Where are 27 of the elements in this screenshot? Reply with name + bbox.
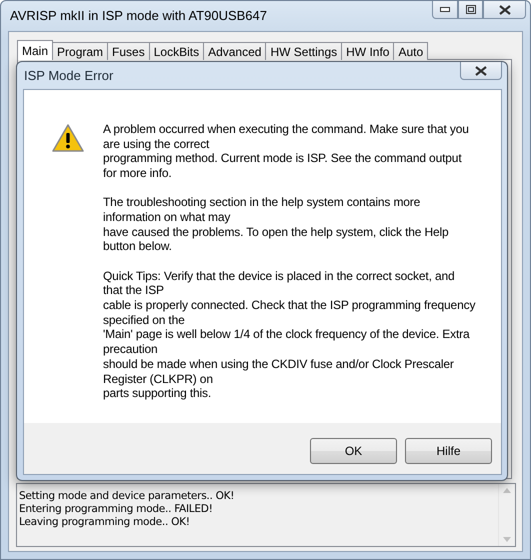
- maximize-icon: [466, 5, 476, 14]
- tab[interactable]: Auto: [393, 42, 428, 60]
- minimize-button[interactable]: [432, 1, 458, 19]
- close-button[interactable]: [460, 62, 502, 80]
- help-button[interactable]: Hilfe: [405, 438, 492, 464]
- minimize-icon: [440, 7, 450, 12]
- maximize-button[interactable]: [458, 1, 483, 19]
- tab[interactable]: Program: [52, 42, 108, 60]
- window-title: AVRISP mkII in ISP mode with AT90USB647: [10, 8, 268, 23]
- close-icon: [498, 4, 510, 14]
- tab[interactable]: Fuses: [107, 42, 150, 60]
- message-paragraph: Quick Tips: Verify that the device is placed in the correct socket, and that the ISP cable is properly connected. Check that the ISP programming frequency specified on the 'Main' page is well below 1/4 of the clock frequency of the device. Extra precaution should be made when using the CKDIV fuse and/or Clock Prescaler Register (CLKPR) on parts supporting this.: [103, 268, 476, 401]
- close-button[interactable]: [483, 1, 526, 19]
- tab[interactable]: HW Settings: [265, 42, 342, 60]
- tab[interactable]: HW Info: [341, 42, 394, 60]
- log-line: Leaving programming mode.. OK!: [19, 516, 191, 529]
- tab[interactable]: Advanced: [203, 42, 266, 60]
- tab[interactable]: Main: [17, 40, 54, 60]
- message-paragraph: The troubleshooting section in the help system contains more information on what may have caused the problems. To open the help system, click the Help button below.: [103, 195, 450, 254]
- ok-button[interactable]: OK: [310, 438, 397, 464]
- dialog-title: ISP Mode Error: [24, 68, 114, 83]
- tab[interactable]: LockBits: [148, 42, 204, 60]
- message-paragraph: A problem occurred when executing the command. Make sure that you are using the correct programming method. Current mode is ISP. See the command output for more info.: [103, 122, 470, 181]
- close-icon: [475, 66, 487, 76]
- warning-icon: [52, 124, 84, 152]
- log-line: Entering programming mode.. FAILED!: [19, 503, 214, 516]
- log-line: Setting mode and device parameters.. OK!: [19, 490, 236, 503]
